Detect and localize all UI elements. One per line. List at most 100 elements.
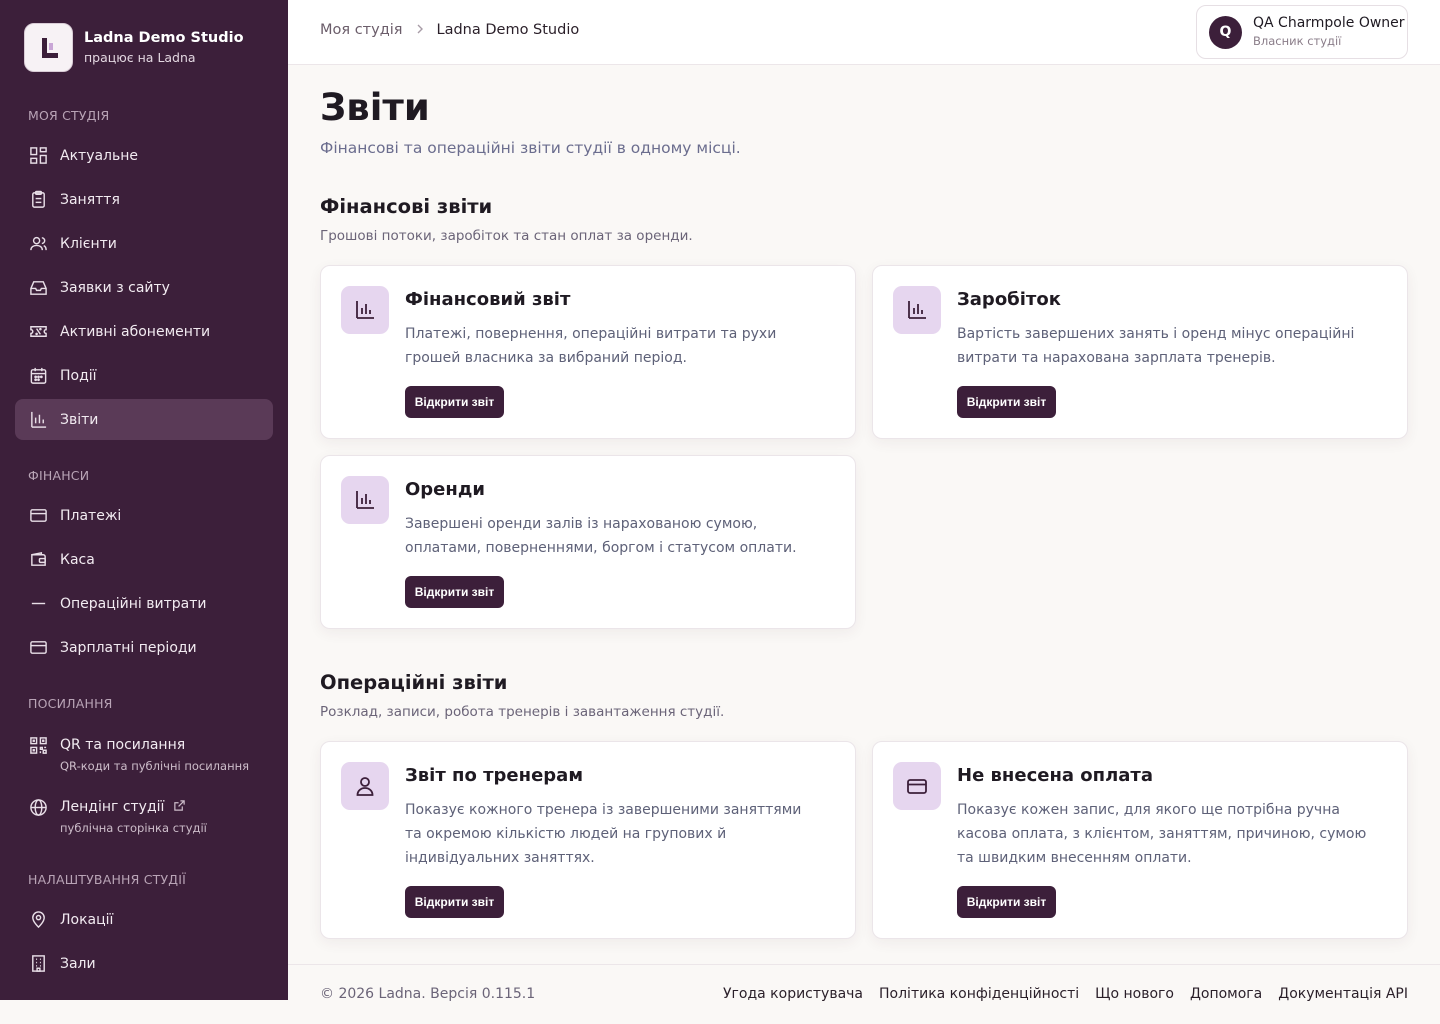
card-title: Не внесена оплата <box>957 765 1154 786</box>
page-title: Звіти <box>320 86 430 129</box>
sidebar-item-label: Платежі <box>60 507 122 524</box>
operational-section-title: Операційні звіти <box>320 671 508 694</box>
brand-name: Ladna Demo Studio <box>84 29 244 46</box>
card-icon <box>893 762 941 810</box>
sidebar-item-site-requests[interactable]: Заявки з сайту <box>15 267 273 308</box>
bar-chart-icon <box>893 286 941 334</box>
card-description: Платежі, повернення, операційні витрати … <box>405 326 777 366</box>
sidebar-item-label: Зали <box>60 955 96 972</box>
sidebar-item-landing[interactable]: Лендінг студії публічна сторінка студії <box>15 797 273 841</box>
clipboard-icon <box>28 190 48 210</box>
sidebar-item-label: Клієнти <box>60 235 117 252</box>
user-name: QA Charmpole Owner <box>1253 15 1405 31</box>
sidebar-item-label: Звіти <box>60 411 99 428</box>
bar-chart-icon <box>28 410 48 430</box>
sidebar-item-clients[interactable]: Клієнти <box>15 223 273 264</box>
report-card-unpaid: Не внесена оплата Показує кожен запис, д… <box>872 741 1408 939</box>
card-title: Звіт по тренерам <box>405 765 584 786</box>
card-title: Фінансовий звіт <box>405 289 571 310</box>
ladna-logo <box>24 23 73 72</box>
sidebar-item-label: Лендінг студії <box>60 799 165 815</box>
brand-subtitle: працює на Ladna <box>84 49 196 65</box>
footer-link-privacy[interactable]: Політика конфіденційності <box>879 986 1079 1002</box>
open-report-button[interactable]: Відкрити звіт <box>405 576 504 608</box>
sidebar-item-label: Зарплатні періоди <box>60 639 197 656</box>
sidebar-item-current[interactable]: Актуальне <box>15 135 273 176</box>
footer-link-terms[interactable]: Угода користувача <box>723 986 863 1002</box>
card-title: Заробіток <box>957 289 1061 310</box>
card-icon <box>28 638 48 658</box>
section-label-links: Посилання <box>28 696 113 711</box>
report-card-earnings: Заробіток Вартість завершених занять і о… <box>872 265 1408 439</box>
sidebar-item-label: Заняття <box>60 191 120 208</box>
sidebar-item-label: Актуальне <box>60 147 139 164</box>
financial-section-subtitle: Грошові потоки, заробіток та стан оплат … <box>320 228 693 244</box>
chevron-right-icon <box>415 23 425 38</box>
brand[interactable]: Ladna Demo Studio працює на Ladna <box>24 23 244 72</box>
sidebar-item-cashbox[interactable]: Каса <box>15 539 273 580</box>
card-title: Оренди <box>405 479 485 500</box>
sidebar-item-salary-periods[interactable]: Зарплатні періоди <box>15 627 273 668</box>
footer-link-whats-new[interactable]: Що нового <box>1095 986 1174 1002</box>
card-description: Показує кожен запис, для якого ще потріб… <box>957 802 1367 866</box>
sidebar-item-sublabel: QR-коди та публічні посилання <box>60 759 250 773</box>
open-report-button[interactable]: Відкрити звіт <box>957 886 1056 918</box>
open-report-button[interactable]: Відкрити звіт <box>405 386 504 418</box>
footer-link-help[interactable]: Допомога <box>1190 986 1262 1002</box>
sidebar-item-classes[interactable]: Заняття <box>15 179 273 220</box>
dashboard-icon <box>28 146 48 166</box>
open-report-button[interactable]: Відкрити звіт <box>957 386 1056 418</box>
breadcrumb-current: Ladna Demo Studio <box>436 22 580 38</box>
users-icon <box>28 234 48 254</box>
breadcrumb-parent-link[interactable]: Моя студія <box>320 22 403 38</box>
bar-chart-icon <box>341 476 389 524</box>
page-subtitle: Фінансові та операційні звіти студії в о… <box>320 139 741 157</box>
sidebar: Ladna Demo Studio працює на Ladna Моя ст… <box>0 0 288 1000</box>
sidebar-item-qr-links[interactable]: QR та посилання QR-коди та публічні поси… <box>15 735 273 779</box>
card-description: Вартість завершених занять і оренд мінус… <box>957 326 1355 366</box>
avatar: Q <box>1209 15 1242 49</box>
calendar-icon <box>28 366 48 386</box>
report-card-financial: Фінансовий звіт Платежі, повернення, опе… <box>320 265 856 439</box>
wallet-icon <box>28 550 48 570</box>
footer: © 2026 Ladna. Версія 0.115.1 Угода корис… <box>288 964 1440 1024</box>
card-icon <box>28 506 48 526</box>
open-report-button[interactable]: Відкрити звіт <box>405 886 504 918</box>
sidebar-item-label: Каса <box>60 551 95 568</box>
building-icon <box>28 954 48 974</box>
sidebar-item-reports[interactable]: Звіти <box>15 399 273 440</box>
breadcrumb: Моя студія Ladna Demo Studio <box>320 22 579 38</box>
sidebar-item-active-subscriptions[interactable]: Активні абонементи <box>15 311 273 352</box>
user-icon <box>341 762 389 810</box>
sidebar-item-events[interactable]: Події <box>15 355 273 396</box>
card-description: Завершені оренди залів із нарахованою су… <box>405 516 797 556</box>
report-card-rentals: Оренди Завершені оренди залів із нарахов… <box>320 455 856 629</box>
sidebar-item-label: Локації <box>60 911 114 928</box>
inbox-icon <box>28 278 48 298</box>
footer-link-api-docs[interactable]: Документація API <box>1278 986 1408 1002</box>
sidebar-item-label: QR та посилання <box>60 737 186 753</box>
external-link-icon <box>174 800 185 811</box>
operational-section-subtitle: Розклад, записи, робота тренерів і заван… <box>320 704 725 720</box>
sidebar-item-label: Операційні витрати <box>60 595 207 612</box>
section-label-my-studio: Моя студія <box>28 108 110 123</box>
ticket-icon <box>28 322 48 342</box>
sidebar-item-payments[interactable]: Платежі <box>15 495 273 536</box>
financial-section-title: Фінансові звіти <box>320 195 493 218</box>
report-card-trainers: Звіт по тренерам Показує кожного тренера… <box>320 741 856 939</box>
footer-links: Угода користувача Політика конфіденційно… <box>723 986 1408 1002</box>
sidebar-item-label: Заявки з сайту <box>60 279 170 296</box>
bar-chart-icon <box>341 286 389 334</box>
globe-icon <box>28 797 48 817</box>
section-label-finance: Фінанси <box>28 468 90 483</box>
sidebar-item-locations[interactable]: Локації <box>15 899 273 940</box>
user-role: Власник студії <box>1253 34 1342 48</box>
section-label-studio-settings: Налаштування студії <box>28 872 187 887</box>
user-menu-button[interactable]: Q QA Charmpole Owner Власник студії <box>1196 5 1408 59</box>
copyright: © 2026 Ladna. Версія 0.115.1 <box>320 986 536 1002</box>
sidebar-item-operating-expenses[interactable]: Операційні витрати <box>15 583 273 624</box>
top-bar: Моя студія Ladna Demo Studio Q QA Charmp… <box>288 0 1440 65</box>
qr-icon <box>28 735 48 755</box>
minus-icon <box>28 594 48 614</box>
sidebar-item-halls[interactable]: Зали <box>15 943 273 984</box>
